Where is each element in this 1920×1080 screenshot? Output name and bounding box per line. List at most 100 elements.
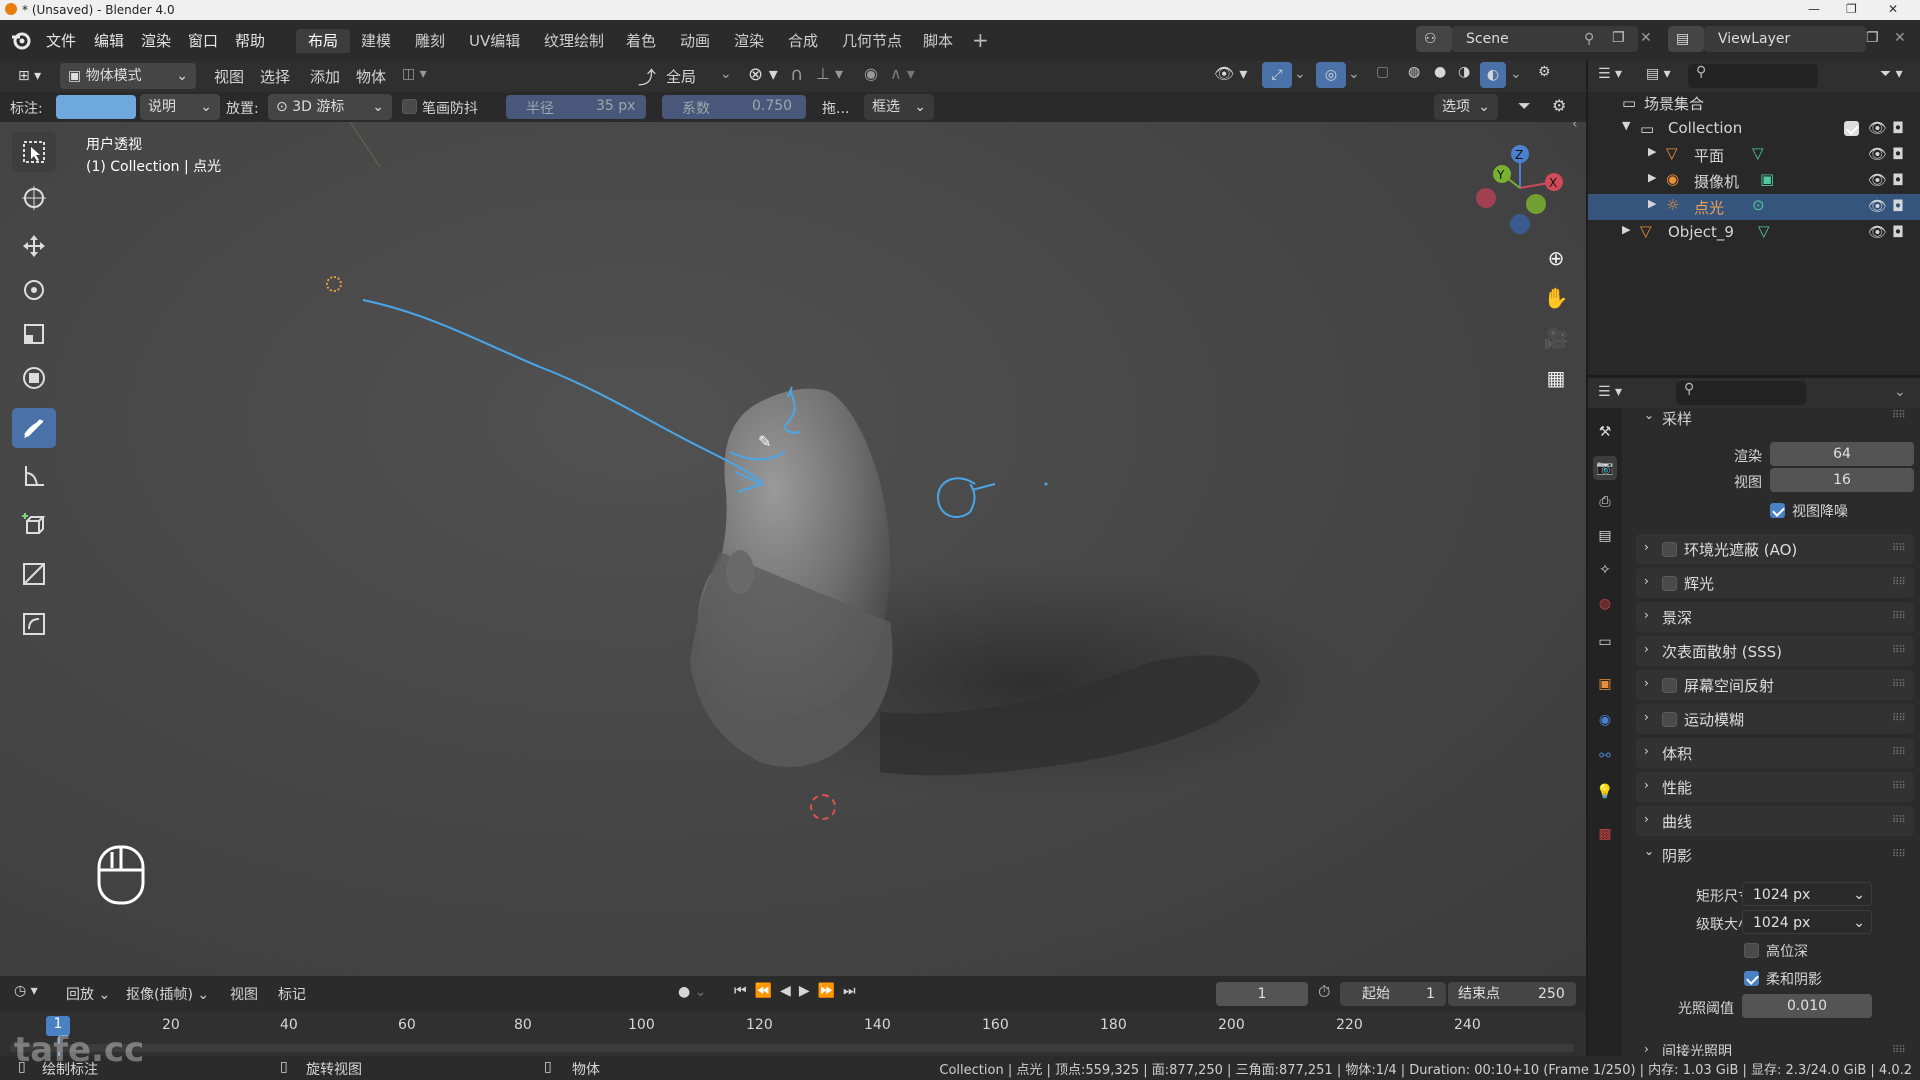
shading-wireframe-icon[interactable]: ◍ bbox=[1408, 64, 1420, 80]
visibility-icon[interactable]: 👁 ▾ bbox=[1214, 64, 1247, 83]
tab-sculpting[interactable]: 雕刻 bbox=[403, 29, 457, 53]
scale-tool-icon[interactable] bbox=[12, 314, 56, 354]
section-performance[interactable]: › 性能 ⠿⠿ bbox=[1636, 772, 1914, 802]
stabilize-checkbox[interactable] bbox=[402, 99, 417, 118]
expand-arrow-icon[interactable]: ▶ bbox=[1648, 197, 1656, 210]
transform-orientation-label[interactable]: 全局 bbox=[666, 66, 696, 87]
drag-grip-icon[interactable]: ⠿⠿ bbox=[1892, 1045, 1906, 1056]
outliner-row-collection[interactable]: ▼ ▭ Collection 👁 ◘ bbox=[1588, 116, 1920, 142]
drag-grip-icon[interactable]: ⠿⠿ bbox=[1892, 781, 1906, 792]
current-frame-field[interactable]: 1 bbox=[1216, 982, 1308, 1006]
viewlayer-remove-icon[interactable]: ✕ bbox=[1894, 30, 1906, 46]
select-mode-select[interactable]: 框选 ⌄ bbox=[864, 94, 934, 120]
constraints-tab-icon[interactable]: ⚯ bbox=[1593, 744, 1617, 768]
placement-select[interactable]: ⊙ 3D 游标 ⌄ bbox=[268, 94, 392, 120]
prev-keyframe-icon[interactable]: ⏪ bbox=[755, 983, 780, 999]
expand-arrow-icon[interactable]: ▶ bbox=[1648, 145, 1656, 158]
zoom-icon[interactable]: ⊕ bbox=[1536, 240, 1576, 276]
hide-eye-icon[interactable]: 👁 bbox=[1868, 197, 1887, 215]
tab-compositing[interactable]: 合成 bbox=[776, 29, 830, 53]
viewlayer-browse-icon[interactable]: ▤ bbox=[1668, 26, 1704, 52]
factor-field[interactable]: 系数 0.750 bbox=[662, 95, 806, 119]
menu-file[interactable]: 文件 bbox=[46, 30, 76, 51]
timeline-editor-icon[interactable]: ◷ ▾ bbox=[14, 983, 38, 999]
drag-grip-icon[interactable]: ⠿⠿ bbox=[1892, 410, 1906, 421]
annotate-color-swatch[interactable] bbox=[56, 95, 136, 119]
scene-new-icon[interactable]: ❐ bbox=[1612, 30, 1625, 46]
perspective-toggle-icon[interactable]: ▦ bbox=[1536, 360, 1576, 396]
restore-icon[interactable]: ❐ bbox=[1846, 2, 1857, 16]
next-keyframe-icon[interactable]: ⏩ bbox=[818, 983, 843, 999]
tab-scripting[interactable]: 脚本 bbox=[911, 29, 965, 53]
overlay-toggle-icon[interactable]: ◎ bbox=[1316, 62, 1346, 88]
falloff-icon[interactable]: ∧ ▾ bbox=[890, 64, 915, 83]
play-icon[interactable]: ▶ bbox=[799, 983, 818, 999]
scene-browse-icon[interactable]: ⚇ bbox=[1416, 26, 1452, 52]
drag-label[interactable]: 拖... bbox=[822, 98, 849, 118]
section-curves[interactable]: › 曲线 ⠿⠿ bbox=[1636, 806, 1914, 836]
drag-grip-icon[interactable]: ⠿⠿ bbox=[1892, 815, 1906, 826]
section-motion-blur[interactable]: › 运动模糊 ⠿⠿ bbox=[1636, 704, 1914, 734]
sampling-header[interactable]: ⌄ 采样 ⠿⠿ bbox=[1636, 408, 1914, 428]
orientation-dropdown-icon[interactable]: ⌄ bbox=[720, 66, 732, 82]
tab-geometry-nodes[interactable]: 几何节点 bbox=[830, 29, 914, 53]
viewport-denoise-checkbox[interactable] bbox=[1770, 503, 1785, 522]
gizmo-dropdown-icon[interactable]: ⌄ bbox=[1294, 66, 1306, 82]
section-bloom[interactable]: › 辉光 ⠿⠿ bbox=[1636, 568, 1914, 598]
options-select[interactable]: 选项 ⌄ bbox=[1434, 94, 1498, 120]
cube-size-select[interactable]: 1024 px ⌄ bbox=[1742, 882, 1872, 906]
rotate-tool-icon[interactable] bbox=[12, 270, 56, 310]
expand-arrow-icon[interactable]: ▶ bbox=[1622, 223, 1630, 236]
gizmo-toggle-icon[interactable]: ⤢ bbox=[1262, 62, 1292, 88]
render-camera-icon[interactable]: ◘ bbox=[1892, 197, 1904, 215]
timeline-scrollbar[interactable] bbox=[10, 1044, 1574, 1052]
section-ssr[interactable]: › 屏幕空间反射 ⠿⠿ bbox=[1636, 670, 1914, 700]
tab-shading[interactable]: 着色 bbox=[614, 29, 668, 53]
hide-eye-icon[interactable]: 👁 bbox=[1868, 119, 1887, 137]
point-light-icon[interactable] bbox=[326, 276, 342, 292]
menu-object[interactable]: 物体 bbox=[356, 66, 386, 87]
3d-cursor-icon[interactable] bbox=[810, 794, 836, 820]
drag-grip-icon[interactable]: ⠿⠿ bbox=[1892, 713, 1906, 724]
drag-grip-icon[interactable]: ⠿⠿ bbox=[1892, 849, 1906, 860]
menu-select[interactable]: 选择 bbox=[260, 66, 290, 87]
keying-menu[interactable]: 抠像(插帧) ⌄ bbox=[126, 984, 209, 1004]
outliner-row-scene-collection[interactable]: ▭ 场景集合 bbox=[1588, 90, 1920, 116]
cascade-size-select[interactable]: 1024 px ⌄ bbox=[1742, 910, 1872, 934]
section-shadows[interactable]: ⌄ 阴影 ⠿⠿ bbox=[1636, 840, 1914, 870]
settings-gear-icon[interactable]: ⚙ bbox=[1552, 96, 1566, 115]
menu-edit[interactable]: 编辑 bbox=[94, 30, 124, 51]
start-frame-field[interactable]: 起始 1 bbox=[1340, 982, 1446, 1006]
shading-material-icon[interactable]: ◑ bbox=[1458, 64, 1470, 80]
image-tool-icon[interactable] bbox=[12, 554, 56, 594]
soft-shadows-checkbox[interactable] bbox=[1744, 971, 1759, 990]
transform-orientation-icon[interactable]: ⤴ bbox=[638, 64, 656, 90]
annotate-tool-icon[interactable] bbox=[12, 408, 56, 448]
edit-tool-icon[interactable] bbox=[12, 604, 56, 644]
texture-tab-icon[interactable]: ▩ bbox=[1593, 822, 1617, 846]
section-ao[interactable]: › 环境光遮蔽 (AO) ⠿⠿ bbox=[1636, 534, 1914, 564]
mode-select[interactable]: ▣ 物体模式 ⌄ bbox=[60, 63, 196, 89]
scene-pin-icon[interactable]: ⚲ bbox=[1584, 31, 1594, 47]
jump-end-icon[interactable]: ⏭ bbox=[843, 983, 864, 999]
add-cube-tool-icon[interactable] bbox=[12, 504, 56, 544]
shading-dropdown-icon[interactable]: ⌄ bbox=[1510, 66, 1522, 82]
measure-tool-icon[interactable] bbox=[12, 456, 56, 496]
menu-render[interactable]: 渲染 bbox=[141, 30, 171, 51]
timeline-ruler[interactable]: 1 20 40 60 80 100 120 140 160 180 200 22… bbox=[0, 1012, 1586, 1056]
playback-menu[interactable]: 回放 ⌄ bbox=[66, 984, 110, 1004]
transform-tool-icon[interactable] bbox=[12, 358, 56, 398]
render-tab-icon[interactable]: 📷 bbox=[1593, 456, 1617, 480]
expand-arrow-icon[interactable]: ▶ bbox=[1648, 171, 1656, 184]
shading-solid-icon[interactable]: ● bbox=[1434, 64, 1446, 80]
drag-grip-icon[interactable]: ⠿⠿ bbox=[1892, 645, 1906, 656]
view-options-icon[interactable]: ⚙ bbox=[1538, 64, 1551, 80]
light-threshold-field[interactable]: 0.010 bbox=[1742, 994, 1872, 1018]
outliner-row-camera[interactable]: ▶ ◉ 摄像机 ▣ 👁 ◘ bbox=[1588, 168, 1920, 194]
jump-start-icon[interactable]: ⏮ bbox=[734, 983, 755, 999]
shading-rendered-icon[interactable]: ◐ bbox=[1480, 62, 1506, 88]
hide-eye-icon[interactable]: 👁 bbox=[1868, 145, 1887, 163]
proportional-edit-icon[interactable]: ◉ bbox=[864, 64, 878, 83]
properties-editor-icon[interactable]: ☰ ▾ bbox=[1598, 384, 1622, 400]
pan-hand-icon[interactable]: ✋ bbox=[1536, 280, 1576, 316]
